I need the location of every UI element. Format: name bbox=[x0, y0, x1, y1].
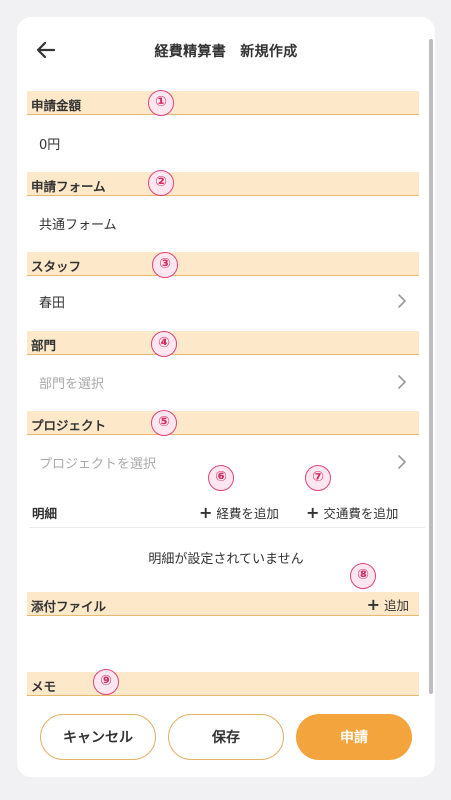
page-title: 経費精算書 新規作成 bbox=[154, 44, 298, 60]
section-header-amount: 申請金額 bbox=[27, 91, 419, 115]
details-divider bbox=[29, 527, 425, 528]
chevron-right-icon[interactable] bbox=[397, 293, 407, 309]
annotation-badge-8: ⑧ bbox=[350, 563, 376, 589]
section-label: 部門 bbox=[31, 338, 57, 353]
details-empty-message: 明細が設定されていません bbox=[148, 552, 304, 567]
chevron-right-icon[interactable] bbox=[397, 454, 407, 470]
section-label: スタッフ bbox=[31, 259, 82, 274]
details-header: 明細 + 経費を追加 + 交通費を追加 bbox=[30, 499, 422, 526]
save-button[interactable]: 保存 bbox=[168, 714, 284, 760]
annotation-badge-3: ③ bbox=[152, 252, 178, 278]
annotation-badge-1: ① bbox=[148, 90, 174, 116]
top-bar: 経費精算書 新規作成 bbox=[17, 17, 435, 83]
section-label: 申請金額 bbox=[31, 98, 82, 113]
submit-button[interactable]: 申請 bbox=[296, 714, 412, 760]
department-select[interactable]: 部門を選択 bbox=[39, 373, 104, 392]
plus-icon: + bbox=[306, 502, 320, 522]
expense-form-card: 経費精算書 新規作成 申請金額 ① 0円 申請フォーム ② 共通フォーム スタッ… bbox=[17, 17, 435, 777]
add-transport-label: 交通費を追加 bbox=[323, 506, 399, 521]
section-header-project: プロジェクト bbox=[27, 411, 419, 435]
add-attachment-label: 追加 bbox=[383, 598, 409, 613]
annotation-badge-5: ⑤ bbox=[151, 410, 177, 436]
cancel-button[interactable]: キャンセル bbox=[40, 714, 156, 760]
plus-icon: + bbox=[199, 502, 213, 522]
add-attachment-button[interactable]: + 追加 bbox=[367, 595, 409, 614]
section-header-form: 申請フォーム bbox=[27, 172, 419, 196]
annotation-badge-6: ⑥ bbox=[208, 465, 234, 491]
section-label: メモ bbox=[31, 679, 57, 694]
project-select[interactable]: プロジェクトを選択 bbox=[39, 453, 156, 472]
annotation-badge-7: ⑦ bbox=[305, 465, 331, 491]
section-header-staff: スタッフ bbox=[27, 252, 419, 276]
add-transport-button[interactable]: + 交通費を追加 bbox=[306, 503, 398, 522]
section-label: 申請フォーム bbox=[31, 179, 106, 194]
add-expense-label: 経費を追加 bbox=[216, 506, 279, 521]
annotation-badge-9: ⑨ bbox=[93, 669, 119, 695]
annotation-badge-2: ② bbox=[148, 170, 174, 196]
section-header-memo: メモ bbox=[27, 672, 419, 696]
plus-icon: + bbox=[366, 594, 380, 614]
add-expense-button[interactable]: + 経費を追加 bbox=[199, 503, 279, 522]
annotation-badge-4: ④ bbox=[151, 331, 177, 357]
section-header-attachments: 添付ファイル + 追加 bbox=[27, 592, 419, 616]
chevron-right-icon[interactable] bbox=[397, 374, 407, 390]
section-label: 添付ファイル bbox=[31, 599, 107, 614]
section-label: プロジェクト bbox=[31, 418, 107, 433]
staff-select[interactable]: 春田 bbox=[39, 292, 65, 311]
section-header-department: 部門 bbox=[27, 331, 419, 355]
details-label: 明細 bbox=[32, 506, 58, 521]
scrollbar[interactable] bbox=[429, 39, 433, 694]
amount-value: 0円 bbox=[39, 138, 61, 153]
form-value: 共通フォーム bbox=[39, 218, 117, 233]
